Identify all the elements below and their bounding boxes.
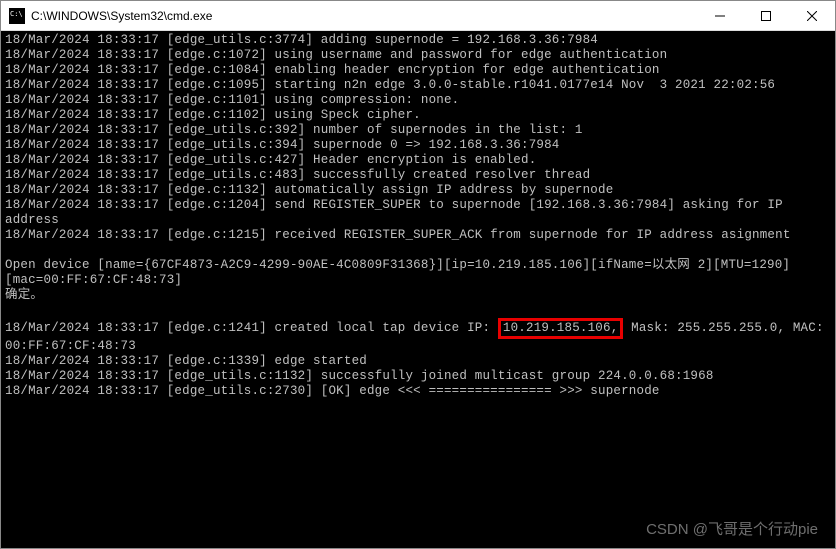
log-line: 18/Mar/2024 18:33:17 [edge.c:1204] send … — [5, 198, 791, 227]
log-line: 18/Mar/2024 18:33:17 [edge_utils.c:394] … — [5, 138, 560, 152]
window-title: C:\WINDOWS\System32\cmd.exe — [31, 9, 212, 23]
log-line: 18/Mar/2024 18:33:17 [edge_utils.c:483] … — [5, 168, 590, 182]
ok-line: 确定。 — [5, 288, 43, 302]
log-line: 18/Mar/2024 18:33:17 [edge_utils.c:1132]… — [5, 369, 714, 383]
log-line: 18/Mar/2024 18:33:17 [edge_utils.c:392] … — [5, 123, 583, 137]
cmd-icon — [9, 8, 25, 24]
log-line: 18/Mar/2024 18:33:17 [edge.c:1101] using… — [5, 93, 459, 107]
open-device-line: Open device [name={67CF4873-A2C9-4299-90… — [5, 258, 790, 287]
minimize-button[interactable] — [697, 1, 743, 31]
close-button[interactable] — [789, 1, 835, 31]
log-line: 18/Mar/2024 18:33:17 [edge.c:1072] using… — [5, 48, 667, 62]
log-line: 18/Mar/2024 18:33:17 [edge.c:1339] edge … — [5, 354, 367, 368]
log-line: 18/Mar/2024 18:33:17 [edge.c:1084] enabl… — [5, 63, 660, 77]
titlebar[interactable]: C:\WINDOWS\System32\cmd.exe — [1, 1, 835, 31]
log-line-created: 18/Mar/2024 18:33:17 [edge.c:1241] creat… — [5, 321, 831, 353]
log-line: 18/Mar/2024 18:33:17 [edge.c:1132] autom… — [5, 183, 613, 197]
window-controls — [697, 1, 835, 31]
terminal-output[interactable]: 18/Mar/2024 18:33:17 [edge_utils.c:3774]… — [1, 31, 835, 548]
log-line: 18/Mar/2024 18:33:17 [edge.c:1102] using… — [5, 108, 421, 122]
cmd-window: C:\WINDOWS\System32\cmd.exe 18/Mar/2024 … — [0, 0, 836, 549]
log-line: 18/Mar/2024 18:33:17 [edge.c:1215] recei… — [5, 228, 791, 242]
log-line: 18/Mar/2024 18:33:17 [edge_utils.c:427] … — [5, 153, 536, 167]
highlighted-ip: 10.219.185.106, — [498, 318, 624, 339]
maximize-button[interactable] — [743, 1, 789, 31]
log-line: 18/Mar/2024 18:33:17 [edge_utils.c:3774]… — [5, 33, 598, 47]
log-line: 18/Mar/2024 18:33:17 [edge_utils.c:2730]… — [5, 384, 660, 398]
log-line: 18/Mar/2024 18:33:17 [edge.c:1095] start… — [5, 78, 775, 92]
